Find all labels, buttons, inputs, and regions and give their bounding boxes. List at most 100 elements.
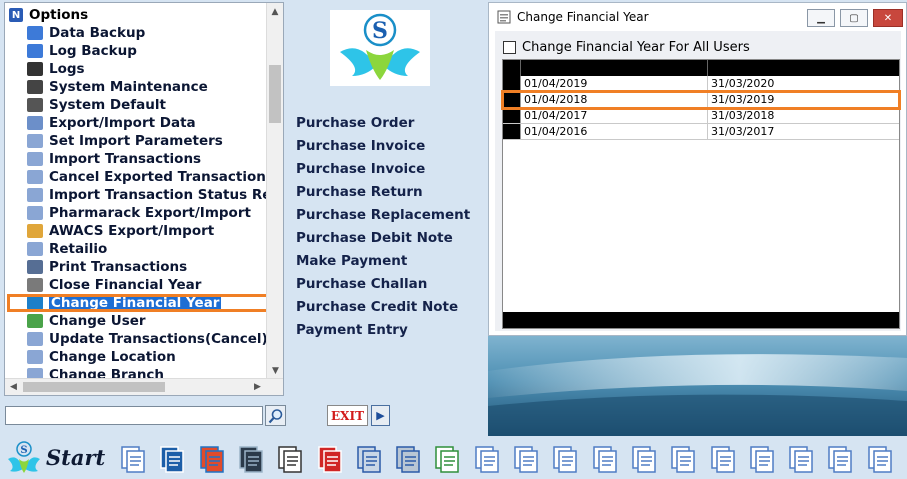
doc-icon[interactable] [666,441,700,475]
tree-item[interactable]: AWACS Export/Import [27,222,267,240]
all-users-checkbox[interactable] [503,40,516,54]
doc-icon[interactable] [902,441,907,475]
tree-root-options[interactable]: N Options [9,6,88,24]
bookmark-icon[interactable] [313,441,347,475]
tree-item-label: Change Location [49,349,176,365]
shapes-icon[interactable] [195,441,229,475]
re-icon[interactable] [430,441,464,475]
scroll-up-arrow-icon[interactable]: ▲ [267,3,283,20]
change-user-icon [27,314,43,328]
menu-item[interactable]: Purchase Debit Note [296,228,453,248]
start-label[interactable]: Start [46,445,105,470]
tree-item[interactable]: Log Backup [27,42,267,60]
scroll-left-arrow-icon[interactable]: ◀ [5,379,22,395]
tree-item[interactable]: Change User [27,312,267,330]
doc-icon[interactable] [509,441,543,475]
tree-item[interactable]: System Default [27,96,267,114]
menu-item[interactable]: Make Payment [296,251,407,271]
tree-item[interactable]: Import Transactions [27,150,267,168]
close-icon: ✕ [883,12,893,24]
tree-item[interactable]: Cancel Exported Transactions [27,168,267,186]
doc-icon[interactable] [784,441,818,475]
menu-item[interactable]: Purchase Challan [296,274,427,294]
document-icon [27,170,43,184]
year-end-cell: 31/03/2018 [711,109,775,122]
financial-year-grid: 01/04/2019 31/03/2020 01/04/2018 31/03/2019… [501,59,901,329]
doc-icon[interactable] [863,441,897,475]
doc-icon[interactable] [116,441,150,475]
year-start-cell: 01/04/2017 [521,108,708,123]
doc-icon[interactable] [823,441,857,475]
table-row[interactable]: 01/04/2018 31/03/2019 [501,90,901,110]
s-icon[interactable] [391,441,425,475]
row-indicator [503,76,521,91]
menu-item[interactable]: Purchase Invoice [296,136,425,156]
year-start-cell: 01/04/2018 [521,92,708,107]
doc-icon[interactable] [548,441,582,475]
mp-icon[interactable] [155,441,189,475]
search-button[interactable] [265,405,286,426]
tree-item[interactable]: System Maintenance [27,78,267,96]
printer-icon [27,260,43,274]
close-button[interactable]: ✕ [873,9,903,27]
menu-item[interactable]: Purchase Order [296,113,414,133]
system-default-icon [27,98,43,112]
tree-item-label: System Maintenance [49,79,208,95]
search-icon [268,408,282,423]
tree-item-label: Pharmarack Export/Import [49,205,251,221]
table-row[interactable]: 01/04/2017 31/03/2018 [503,108,899,124]
exit-button[interactable]: EXIT [327,405,368,426]
doc-icon[interactable] [588,441,622,475]
scroll-thumb[interactable] [269,65,281,123]
tree-item[interactable]: Logs [27,60,267,78]
table-row[interactable]: 01/04/2016 31/03/2017 [503,124,899,140]
tree-item-label: Retailio [49,241,108,257]
minimize-button[interactable]: ▁ [807,9,835,27]
year-start-cell: 01/04/2016 [521,124,708,139]
tree-item[interactable]: Print Transactions [27,258,267,276]
scroll-thumb-horizontal[interactable] [23,382,165,392]
start-logo-icon[interactable]: S [6,439,42,475]
table-row[interactable]: 01/04/2019 31/03/2020 [503,76,899,92]
logs-icon [27,62,43,76]
maximize-button[interactable]: ▢ [840,9,868,27]
doc-icon[interactable] [745,441,779,475]
menu-item[interactable]: Purchase Credit Note [296,297,458,317]
tree-item-label: System Default [49,97,166,113]
tree-vertical-scrollbar[interactable]: ▲ ▼ [266,3,283,379]
tree-item[interactable]: Data Backup [27,24,267,42]
svg-text:S: S [372,18,388,44]
tree-item[interactable]: Pharmarack Export/Import [27,204,267,222]
doc-icon[interactable] [470,441,504,475]
menu-item[interactable]: Purchase Invoice [296,159,425,179]
tree-item-label: Cancel Exported Transactions [49,169,267,185]
tree-item[interactable]: Export/Import Data [27,114,267,132]
doc-icon[interactable] [706,441,740,475]
tree-item[interactable]: Import Transaction Status Rep [27,186,267,204]
menu-item[interactable]: Purchase Return [296,182,423,202]
doc-icon[interactable] [627,441,661,475]
tree-item[interactable]: Change Financial Year [7,294,283,312]
year-end-cell: 31/03/2019 [711,93,775,106]
tree-item[interactable]: Set Import Parameters [27,132,267,150]
all-users-checkbox-row[interactable]: Change Financial Year For All Users [503,39,750,55]
search-input[interactable] [5,406,263,425]
tree-item[interactable]: Retailio [27,240,267,258]
printer-icon[interactable] [352,441,386,475]
scroll-right-arrow-icon[interactable]: ▶ [249,379,266,395]
tree-horizontal-scrollbar[interactable]: ◀ ▶ [5,378,283,395]
tree-root-label: Options [29,7,89,23]
dialog-title: Change Financial Year [517,10,649,24]
tree-item[interactable]: Close Financial Year [27,276,267,294]
document-icon [27,332,43,346]
phone-icon[interactable] [234,441,268,475]
data-backup-icon [27,26,43,40]
next-arrow-button[interactable]: ▶ [371,405,390,426]
menu-item[interactable]: Payment Entry [296,320,408,340]
tree-item[interactable]: Change Location [27,348,267,366]
menu-item[interactable]: Purchase Replacement [296,205,470,225]
tree-item-label: Set Import Parameters [49,133,223,149]
tree-item[interactable]: Update Transactions(Cancel) [27,330,267,348]
scroll-down-arrow-icon[interactable]: ▼ [267,362,284,379]
journal-icon[interactable] [273,441,307,475]
